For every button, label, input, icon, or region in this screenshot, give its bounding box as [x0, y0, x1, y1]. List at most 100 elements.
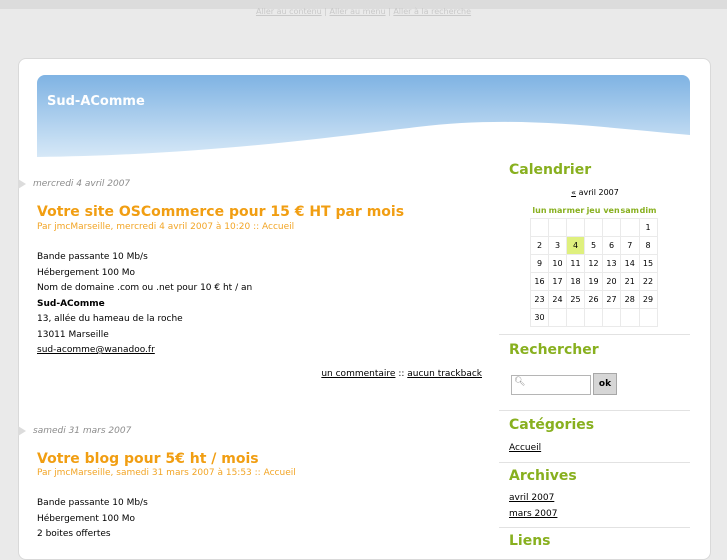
- calendar-title: Calendrier: [509, 162, 592, 178]
- sidebar-divider: [499, 410, 690, 411]
- search-button[interactable]: ok: [593, 373, 617, 395]
- calendar-day: 20: [602, 272, 621, 291]
- calendar-day: 24: [548, 290, 567, 309]
- weekday-label: mar: [548, 205, 567, 215]
- calendar-day: 8: [638, 236, 658, 255]
- calendar-day: [620, 308, 640, 327]
- sidebar-divider: [499, 334, 690, 335]
- post-title[interactable]: Votre blog pour 5€ ht / mois: [37, 451, 259, 467]
- post-date: samedi 31 mars 2007: [33, 426, 132, 436]
- calendar-day: 22: [638, 272, 658, 291]
- calendar-day: [602, 218, 621, 237]
- calendar-day: [566, 218, 585, 237]
- calendar-day: 9: [530, 254, 549, 273]
- post-info: Par jmcMarseille, samedi 31 mars 2007 à …: [37, 468, 296, 478]
- post-footer: un commentaire :: aucun trackback: [300, 369, 482, 379]
- post-info-text: Par jmcMarseille, mercredi 4 avril 2007 …: [37, 222, 260, 232]
- calendar-day: 7: [620, 236, 640, 255]
- calendar-caption: « avril 2007: [530, 188, 660, 197]
- header-banner: [37, 75, 690, 159]
- calendar-day: [548, 218, 567, 237]
- comments-link[interactable]: un commentaire: [321, 369, 395, 379]
- post-category-link[interactable]: Accueil: [262, 222, 294, 232]
- links-title: Liens: [509, 533, 551, 549]
- post-line: 2 boites offertes: [37, 529, 111, 539]
- calendar-day: 10: [548, 254, 567, 273]
- calendar-day: [584, 308, 603, 327]
- calendar-table: lun mar mer jeu ven sam dim 1 2 3 4 5 6 7 8 9 10 1…: [530, 202, 658, 327]
- post-line: Nom de domaine .com ou .net pour 10 € ht…: [37, 283, 253, 293]
- search-title: Rechercher: [509, 342, 599, 358]
- calendar-day: 29: [638, 290, 658, 309]
- calendar-prev-month-link[interactable]: «: [571, 188, 576, 197]
- calendar-day: [584, 218, 603, 237]
- skip-to-menu-link[interactable]: Aller au menu: [329, 7, 385, 16]
- trackbacks-link[interactable]: aucun trackback: [407, 369, 482, 379]
- post-info-text: Par jmcMarseille, samedi 31 mars 2007 à …: [37, 468, 261, 478]
- calendar-day: [566, 308, 585, 327]
- post-line: Hébergement 100 Mo: [37, 267, 136, 278]
- calendar-weekday-row: lun mar mer jeu ven sam dim: [531, 202, 658, 219]
- calendar-day: 15: [638, 254, 658, 273]
- calendar-day: 5: [584, 236, 603, 255]
- category-link[interactable]: Accueil: [509, 443, 541, 453]
- skip-links-separator: |: [324, 7, 327, 16]
- post-line: Sud-AComme: [37, 298, 105, 309]
- calendar-day: [620, 218, 640, 237]
- sidebar-divider: [499, 527, 690, 528]
- calendar-day: [548, 308, 567, 327]
- calendar-day: 2: [530, 236, 549, 255]
- post-line: Bande passante 10 Mb/s: [37, 498, 148, 508]
- calendar-day: 11: [566, 254, 585, 273]
- calendar-week-row: 16 17 18 19 20 21 22: [530, 272, 658, 291]
- sidebar-divider: [499, 462, 690, 463]
- post-footer-separator: ::: [398, 369, 405, 379]
- calendar-day: 25: [566, 290, 585, 309]
- day-marker-icon: [18, 179, 26, 189]
- calendar-day: 6: [602, 236, 621, 255]
- calendar-day: 30: [530, 308, 549, 327]
- calendar-day: 12: [584, 254, 603, 273]
- calendar-day: 26: [584, 290, 603, 309]
- categories-title: Catégories: [509, 417, 595, 433]
- post-content: Bande passante 10 Mb/s Hébergement 100 M…: [37, 250, 252, 359]
- skip-to-search-link[interactable]: Aller à la recherche: [393, 7, 471, 16]
- weekday-label: mer: [566, 205, 585, 215]
- site-header: [37, 75, 690, 159]
- day-marker-icon: [18, 426, 26, 436]
- calendar-day: 16: [530, 272, 549, 291]
- calendar-day: [602, 308, 621, 327]
- calendar-day: 19: [584, 272, 603, 291]
- archive-link[interactable]: avril 2007: [509, 493, 554, 503]
- post-title[interactable]: Votre site OSCommerce pour 15 € HT par m…: [37, 204, 404, 220]
- calendar-day: 28: [620, 290, 640, 309]
- calendar-day: 14: [620, 254, 640, 273]
- post-category-link[interactable]: Accueil: [264, 468, 296, 478]
- calendar-day: 1: [638, 218, 658, 237]
- post-line: Bande passante 10 Mb/s: [37, 252, 148, 262]
- skip-links-separator: |: [388, 7, 391, 16]
- calendar-day: [638, 308, 658, 327]
- post-line: 13, allée du hameau de la roche: [37, 314, 183, 324]
- calendar-month: avril 2007: [578, 188, 619, 197]
- archives-title: Archives: [509, 468, 577, 484]
- calendar-day: 4: [566, 236, 585, 255]
- weekday-label: dim: [639, 205, 657, 215]
- calendar-week-row: 2345678: [530, 236, 658, 255]
- post-line: Hébergement 100 Mo: [37, 513, 136, 524]
- archive-link[interactable]: mars 2007: [509, 509, 557, 519]
- weekday-label: ven: [603, 205, 620, 215]
- skip-to-content-link[interactable]: Aller au contenu: [256, 7, 322, 16]
- post-line: 13011 Marseille: [37, 329, 109, 340]
- calendar-day: 27: [602, 290, 621, 309]
- calendar-week-row: 1: [530, 218, 658, 237]
- calendar-day: [530, 218, 549, 237]
- email-link[interactable]: sud-acomme@wanadoo.fr: [37, 345, 155, 355]
- calendar-day: 17: [548, 272, 567, 291]
- calendar-week-row: 23 24 25 26 27 28 29: [530, 290, 658, 309]
- post-info: Par jmcMarseille, mercredi 4 avril 2007 …: [37, 222, 294, 232]
- weekday-label: jeu: [586, 205, 601, 215]
- calendar-day: 18: [566, 272, 585, 291]
- site-title[interactable]: Sud-AComme: [47, 94, 145, 109]
- search-icon: 🔍︎: [514, 377, 526, 387]
